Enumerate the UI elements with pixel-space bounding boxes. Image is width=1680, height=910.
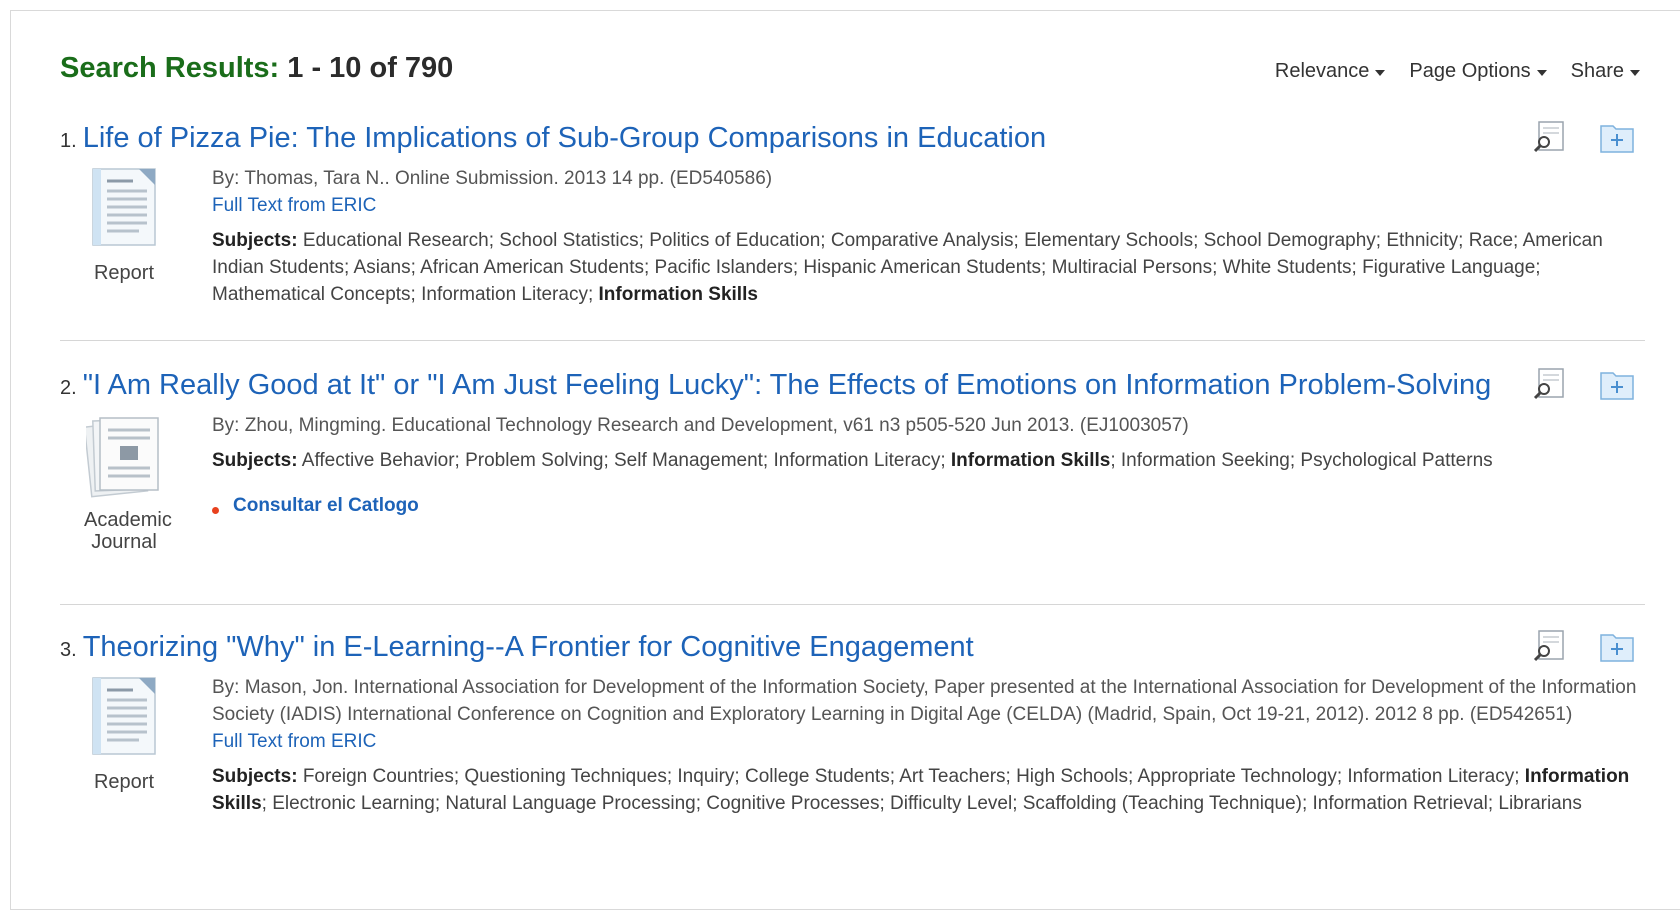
result-type[interactable]: Report xyxy=(84,167,164,284)
subjects-highlight: Information Skills xyxy=(950,450,1111,471)
result-divider xyxy=(60,340,1645,341)
result-number: 2. xyxy=(60,377,77,399)
result-subjects: Subjects: Educational Research; School S… xyxy=(212,227,1645,308)
result-type-label: Academic Journal xyxy=(84,509,172,553)
page-options-label: Page Options xyxy=(1409,60,1531,82)
result-type-label: Report xyxy=(93,262,155,284)
full-text-link[interactable]: Full Text from ERIC xyxy=(212,728,1645,755)
result-number: 1. xyxy=(60,130,77,152)
subjects-highlight: Information Skills xyxy=(598,284,758,305)
subjects-text: Foreign Countries; Questioning Technique… xyxy=(302,766,1525,787)
results-options: Relevance Page Options Share xyxy=(1275,60,1640,83)
subjects-label: Subjects: xyxy=(212,766,298,787)
result-type[interactable]: Report xyxy=(84,676,164,793)
relevance-label: Relevance xyxy=(1274,60,1370,82)
result-meta: By: Zhou, Mingming. Educational Technolo… xyxy=(212,415,1189,436)
result-actions xyxy=(1531,629,1635,663)
result-item: 2. "I Am Really Good at It" or "I Am Just… xyxy=(60,367,1645,553)
results-range: 1 - 10 of 790 xyxy=(287,52,454,84)
result-meta: By: Mason, Jon. International Associatio… xyxy=(212,677,1637,725)
magnifier-page-icon[interactable] xyxy=(1531,367,1567,401)
catalog-link[interactable]: Consultar el Catlogo xyxy=(233,492,419,519)
magnifier-page-icon[interactable] xyxy=(1531,629,1567,663)
result-content: By: Zhou, Mingming. Educational Technolo… xyxy=(212,412,1645,519)
result-type[interactable]: Academic Journal xyxy=(83,414,172,553)
result-actions xyxy=(1531,120,1635,154)
subjects-label: Subjects: xyxy=(212,230,298,251)
result-content: By: Mason, Jon. International Associatio… xyxy=(212,674,1645,817)
result-body: Academic Journal By: Zhou, Mingming. Edu… xyxy=(60,412,1645,553)
result-title: 2. "I Am Really Good at It" or "I Am Just… xyxy=(60,367,1645,406)
result-title-link[interactable]: Theorizing "Why" in E-Learning--A Fronti… xyxy=(83,631,974,663)
share-label: Share xyxy=(1570,60,1624,82)
journal-stack-icon xyxy=(83,417,159,498)
bullet-icon xyxy=(212,507,219,514)
report-document-icon xyxy=(92,168,156,246)
result-content: By: Thomas, Tara N.. Online Submission. … xyxy=(212,165,1645,308)
subjects-label: Subjects: xyxy=(212,450,298,471)
magnifier-page-icon[interactable] xyxy=(1531,120,1567,154)
caret-down-icon xyxy=(1630,70,1640,76)
page-options-dropdown[interactable]: Page Options xyxy=(1409,60,1547,83)
result-divider xyxy=(60,604,1645,605)
result-body: Report By: Thomas, Tara N.. Online Submi… xyxy=(60,165,1645,308)
full-text-link[interactable]: Full Text from ERIC xyxy=(212,192,1645,219)
add-to-folder-icon[interactable] xyxy=(1599,367,1635,401)
share-dropdown[interactable]: Share xyxy=(1571,60,1640,83)
result-meta: By: Thomas, Tara N.. Online Submission. … xyxy=(212,168,773,189)
result-actions xyxy=(1531,367,1635,401)
add-to-folder-icon[interactable] xyxy=(1599,629,1635,663)
relevance-dropdown[interactable]: Relevance xyxy=(1275,60,1386,83)
result-title-link[interactable]: Life of Pizza Pie: The Implications of S… xyxy=(83,122,1046,154)
results-label: Search Results: xyxy=(60,52,280,84)
caret-down-icon xyxy=(1375,70,1386,76)
subjects-text: Affective Behavior; Problem Solving; Sel… xyxy=(301,450,951,471)
result-number: 3. xyxy=(60,639,77,661)
result-subjects: Subjects: Affective Behavior; Problem So… xyxy=(212,447,1645,474)
result-type-label: Report xyxy=(93,771,155,793)
result-subjects: Subjects: Foreign Countries; Questioning… xyxy=(212,763,1645,817)
result-title-link[interactable]: "I Am Really Good at It" or "I Am Just F… xyxy=(83,369,1492,401)
subjects-text: Educational Research; School Statistics;… xyxy=(212,230,1603,305)
result-title: 3. Theorizing "Why" in E-Learning--A Fron… xyxy=(60,629,1645,668)
catalog-link-row: Consultar el Catlogo xyxy=(212,492,1645,519)
results-header: Search Results: 1 - 10 of 790 Relevance … xyxy=(60,50,1640,90)
subjects-text-after: ; Information Seeking; Psychological Pat… xyxy=(1110,450,1493,471)
result-item: 1. Life of Pizza Pie: The Implications of… xyxy=(60,120,1645,308)
subjects-text-after: ; Electronic Learning; Natural Language … xyxy=(261,793,1582,814)
report-document-icon xyxy=(92,677,156,755)
result-title: 1. Life of Pizza Pie: The Implications of… xyxy=(60,120,1645,159)
result-item: 3. Theorizing "Why" in E-Learning--A Fron… xyxy=(60,629,1645,817)
result-body: Report By: Mason, Jon. International Ass… xyxy=(60,674,1645,817)
add-to-folder-icon[interactable] xyxy=(1599,120,1635,154)
caret-down-icon xyxy=(1536,70,1547,76)
